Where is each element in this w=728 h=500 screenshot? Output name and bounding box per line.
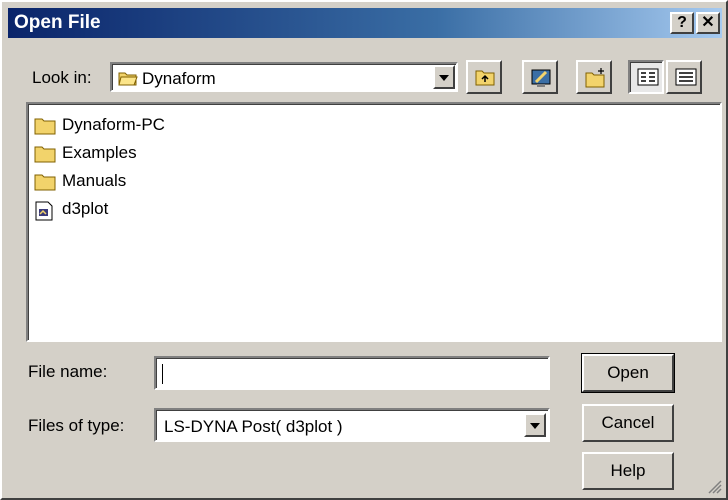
file-name-input[interactable] (154, 356, 550, 390)
open-file-dialog: Open File ? ✕ Look in: Dynaform Dynaform… (0, 0, 728, 500)
look-in-combobox[interactable]: Dynaform (110, 62, 458, 92)
look-in-value: Dynaform (142, 69, 216, 88)
up-folder-icon (475, 70, 495, 86)
dialog-title: Open File (14, 12, 101, 33)
resize-grip-icon[interactable] (708, 480, 722, 494)
look-in-dropdown-button[interactable] (433, 65, 455, 89)
desktop-button[interactable] (522, 60, 558, 94)
help-icon-button[interactable]: ? (670, 12, 694, 34)
desktop-icon (531, 69, 551, 87)
chevron-down-icon (439, 75, 449, 81)
list-view-button[interactable] (628, 60, 664, 94)
list-item-label: d3plot (62, 199, 109, 218)
new-folder-icon (585, 68, 605, 88)
file-icon (35, 201, 53, 221)
file-name-label: File name: (28, 362, 108, 381)
new-folder-button[interactable] (576, 60, 612, 94)
details-view-icon (675, 68, 697, 86)
text-caret (162, 364, 163, 384)
list-item-label: Dynaform-PC (62, 115, 165, 134)
list-item-label: Manuals (62, 171, 127, 190)
cancel-button[interactable]: Cancel (582, 404, 674, 442)
look-in-label: Look in: (32, 68, 92, 87)
details-view-button[interactable] (666, 60, 702, 94)
file-type-combobox[interactable]: LS-DYNA Post( d3plot ) (154, 408, 550, 442)
close-icon-button[interactable]: ✕ (696, 12, 720, 34)
title-bar[interactable]: Open File ? ✕ (8, 8, 722, 38)
folder-icon (34, 146, 56, 163)
file-list[interactable]: Dynaform-PC Examples Manuals d3plot (26, 102, 722, 342)
help-button[interactable]: Help (582, 452, 674, 490)
file-type-label: Files of type: (28, 416, 125, 435)
folder-open-icon (118, 72, 138, 86)
folder-icon (34, 118, 56, 135)
up-folder-button[interactable] (466, 60, 502, 94)
file-type-value: LS-DYNA Post( d3plot ) (164, 417, 343, 436)
file-type-dropdown-button[interactable] (524, 413, 546, 437)
list-item-label: Examples (62, 143, 137, 162)
chevron-down-icon (530, 423, 540, 429)
open-button[interactable]: Open (581, 353, 675, 393)
folder-icon (34, 174, 56, 191)
list-view-icon (637, 68, 659, 86)
